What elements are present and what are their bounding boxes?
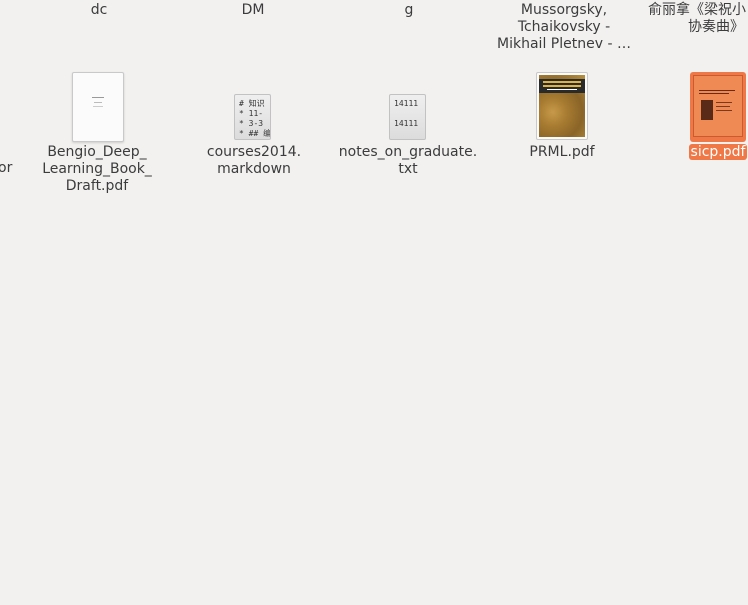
- folder-label-liangzhu[interactable]: 俞丽拿《梁祝小 协奏曲》: [648, 2, 748, 36]
- file-label-line: Draft.pdf: [65, 178, 129, 194]
- folder-label-line: Tchaikovsky -: [517, 19, 611, 35]
- folder-label-mussorgsky[interactable]: Mussorgsky, Tchaikovsky - Mikhail Pletne…: [494, 2, 634, 53]
- prml-cover-icon[interactable]: [536, 72, 588, 140]
- folder-label-line: Mikhail Pletnev - …: [497, 36, 631, 52]
- folder-label-g[interactable]: g: [389, 2, 429, 19]
- text-file-icon[interactable]: 14111 14111: [389, 94, 426, 140]
- cover-title-line: [543, 85, 581, 87]
- thumbnail-text-line: [94, 102, 102, 103]
- cover-title-line: [699, 93, 729, 94]
- cover-title-line: [543, 81, 581, 83]
- cover-page: [693, 75, 743, 137]
- folder-label-line: Mussorgsky,: [520, 2, 608, 18]
- file-label-line: courses2014.: [206, 144, 302, 160]
- file-label-courses[interactable]: courses2014. markdown: [194, 144, 314, 178]
- cover-figure: [701, 100, 713, 120]
- folder-label-dc[interactable]: dc: [79, 2, 119, 19]
- partial-file-label[interactable]: or: [0, 160, 18, 177]
- file-label-prml[interactable]: PRML.pdf: [512, 144, 612, 161]
- file-label-sicp[interactable]: sicp.pdf: [688, 144, 748, 161]
- file-label-line: notes_on_graduate.: [338, 144, 478, 160]
- file-label-line: Bengio_Deep_: [47, 144, 147, 160]
- file-label-line: Learning_Book_: [42, 161, 152, 177]
- sicp-cover-icon[interactable]: [690, 72, 746, 142]
- folder-label-line: 协奏曲》: [688, 19, 744, 35]
- file-label-bengio[interactable]: Bengio_Deep_ Learning_Book_ Draft.pdf: [37, 144, 157, 195]
- cover-text-line: [716, 106, 730, 107]
- thumbnail-text-line: [93, 106, 103, 107]
- selected-label-highlight: sicp.pdf: [688, 144, 748, 160]
- cover-title-line: [699, 90, 735, 91]
- cover-text-line: [716, 110, 732, 111]
- cover-text-line: [716, 102, 732, 103]
- thumbnail-title-line: [92, 97, 104, 98]
- file-label-line: txt: [398, 161, 418, 177]
- markdown-file-icon[interactable]: # 知识 * 11- * 3-3 * ## 编: [234, 94, 271, 140]
- cover-image: [539, 75, 585, 137]
- file-label-line: markdown: [217, 161, 291, 177]
- folder-label-dm[interactable]: DM: [233, 2, 273, 19]
- file-label-notes[interactable]: notes_on_graduate. txt: [333, 144, 483, 178]
- folder-label-line: 俞丽拿《梁祝小: [648, 2, 746, 18]
- cover-title-line: [547, 89, 577, 90]
- pdf-thumbnail-icon[interactable]: [72, 72, 124, 142]
